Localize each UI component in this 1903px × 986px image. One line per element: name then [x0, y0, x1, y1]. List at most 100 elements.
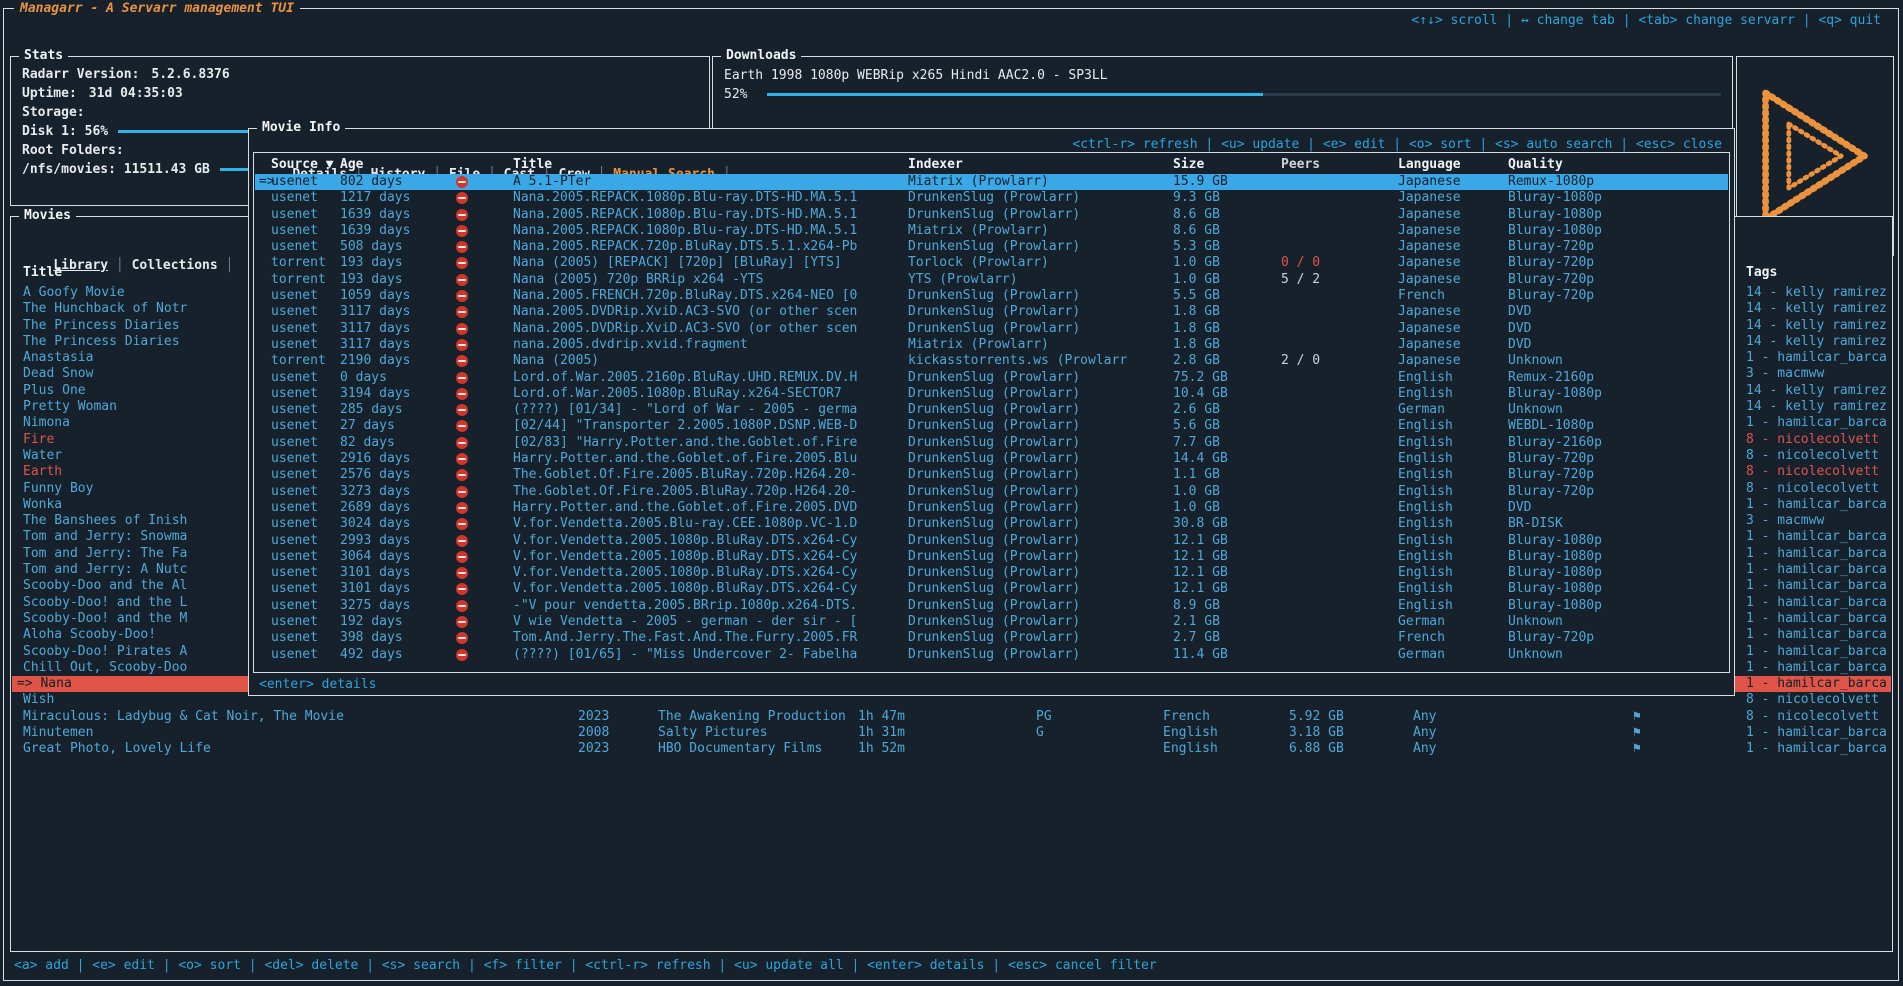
- release-language: Japanese: [1398, 174, 1461, 190]
- search-result-row[interactable]: usenet 3101 days V.for.Vendetta.2005.108…: [255, 565, 1728, 581]
- no-entry-icon: [456, 647, 468, 664]
- search-result-row[interactable]: usenet 3024 days V.for.Vendetta.2005.Blu…: [255, 516, 1728, 532]
- release-size: 12.1 GB: [1173, 565, 1228, 581]
- search-result-row[interactable]: usenet 1059 days Nana.2005.FRENCH.720p.B…: [255, 288, 1728, 304]
- release-source: usenet: [271, 614, 318, 630]
- release-size: 14.4 GB: [1173, 451, 1228, 467]
- movie-tag: 1 - hamilcar_barca: [1746, 741, 1887, 757]
- release-language: Japanese: [1398, 337, 1461, 353]
- column-header-release-title[interactable]: Title: [513, 157, 552, 173]
- search-result-row[interactable]: usenet 82 days [02/83] "Harry.Potter.and…: [255, 435, 1728, 451]
- release-size: 15.9 GB: [1173, 174, 1228, 190]
- release-age: 82 days: [340, 435, 395, 451]
- release-size: 2.1 GB: [1173, 614, 1220, 630]
- no-entry-icon: [456, 304, 468, 321]
- release-quality: DVD: [1508, 337, 1531, 353]
- release-quality: Bluray-720p: [1508, 272, 1594, 288]
- search-result-row[interactable]: usenet 1639 days Nana.2005.REPACK.1080p.…: [255, 207, 1728, 223]
- top-keybind-hints: <↑↓> scroll | ↔ change tab | <tab> chang…: [1411, 13, 1881, 28]
- movie-title: Tom and Jerry: A Nutc: [23, 562, 187, 578]
- search-result-row[interactable]: usenet 2689 days Harry.Potter.and.the.Go…: [255, 500, 1728, 516]
- release-source: usenet: [271, 223, 318, 239]
- release-age: 3101 days: [340, 565, 410, 581]
- release-size: 75.2 GB: [1173, 370, 1228, 386]
- movie-language: English: [1163, 741, 1218, 757]
- no-entry-icon: [456, 223, 468, 240]
- search-result-row[interactable]: usenet 492 days (????) [01/65] - "Miss U…: [255, 647, 1728, 663]
- search-result-row[interactable]: usenet 2576 days The.Goblet.Of.Fire.2005…: [255, 467, 1728, 483]
- release-size: 5.6 GB: [1173, 418, 1220, 434]
- root-folder-label: /nfs/movies: 11511.43 GB: [22, 160, 210, 179]
- release-size: 9.3 GB: [1173, 190, 1220, 206]
- release-age: 192 days: [340, 614, 403, 630]
- search-result-row[interactable]: usenet 285 days (????) [01/34] - "Lord o…: [255, 402, 1728, 418]
- search-result-row[interactable]: torrent 193 days Nana (2005) [REPACK] [7…: [255, 255, 1728, 271]
- column-header-language[interactable]: Language: [1398, 157, 1461, 173]
- release-title: V.for.Vendetta.2005.1080p.BluRay.DTS.x26…: [513, 549, 857, 565]
- search-result-row[interactable]: usenet 27 days [02/44] "Transporter 2.20…: [255, 418, 1728, 434]
- no-entry-icon: [456, 288, 468, 305]
- search-result-row[interactable]: usenet 3064 days V.for.Vendetta.2005.108…: [255, 549, 1728, 565]
- search-result-row[interactable]: usenet 3117 days Nana.2005.DVDRip.XviD.A…: [255, 304, 1728, 320]
- movie-tag: 1 - hamilcar_barca: [1746, 676, 1887, 692]
- movie-title: Great Photo, Lovely Life: [23, 741, 211, 757]
- release-indexer: DrunkenSlug (Prowlarr): [908, 598, 1080, 614]
- modal-keybind-hints: <ctrl-r> refresh | <u> update | <e> edit…: [1072, 137, 1722, 152]
- search-result-row[interactable]: usenet 508 days Nana.2005.REPACK.720p.Bl…: [255, 239, 1728, 255]
- search-result-row[interactable]: usenet 3273 days The.Goblet.Of.Fire.2005…: [255, 484, 1728, 500]
- column-header-age[interactable]: Age: [340, 157, 363, 173]
- release-source: torrent: [271, 255, 326, 271]
- movie-title: A Goofy Movie: [23, 285, 125, 301]
- release-language: Japanese: [1398, 255, 1461, 271]
- search-result-row[interactable]: torrent 2190 days Nana (2005) kickasstor…: [255, 353, 1728, 369]
- release-title: V.for.Vendetta.2005.1080p.BluRay.DTS.x26…: [513, 565, 857, 581]
- movie-row[interactable]: Miraculous: Ladybug & Cat Noir, The Movi…: [12, 709, 1891, 725]
- column-header-source[interactable]: Source ▼: [271, 157, 334, 173]
- release-quality: Bluray-1080p: [1508, 190, 1602, 206]
- column-header-peers[interactable]: Peers: [1281, 157, 1320, 173]
- search-result-row[interactable]: torrent 193 days Nana (2005) 720p BRRip …: [255, 272, 1728, 288]
- movie-title: Water: [23, 448, 62, 464]
- release-age: 193 days: [340, 255, 403, 271]
- search-result-row[interactable]: => usenet 802 days A 5.1-PTer Miatrix (P…: [255, 174, 1728, 190]
- search-result-row[interactable]: usenet 398 days Tom.And.Jerry.The.Fast.A…: [255, 630, 1728, 646]
- column-header-size[interactable]: Size: [1173, 157, 1204, 173]
- movie-tag: 14 - kelly ramirez: [1746, 383, 1887, 399]
- search-result-row[interactable]: usenet 2993 days V.for.Vendetta.2005.108…: [255, 533, 1728, 549]
- release-quality: Remux-2160p: [1508, 370, 1594, 386]
- release-language: English: [1398, 467, 1453, 483]
- release-age: 492 days: [340, 647, 403, 663]
- column-header-indexer[interactable]: Indexer: [908, 157, 963, 173]
- release-language: German: [1398, 647, 1445, 663]
- managarr-logo-icon: [1752, 82, 1878, 230]
- no-entry-icon: [456, 321, 468, 338]
- storage-heading: Storage:: [22, 103, 698, 122]
- manual-search-panel: Source ▼ Age Title Indexer Size Peers La…: [253, 152, 1730, 673]
- movie-runtime: 1h 52m: [858, 741, 905, 757]
- search-result-row[interactable]: usenet 3117 days Nana.2005.DVDRip.XviD.A…: [255, 321, 1728, 337]
- search-result-row[interactable]: usenet 192 days V wie Vendetta - 2005 - …: [255, 614, 1728, 630]
- search-result-row[interactable]: usenet 3101 days V.for.Vendetta.2005.108…: [255, 581, 1728, 597]
- release-title: -"V pour vendetta.2005.BRrip.1080p.x264-…: [513, 598, 857, 614]
- search-result-row[interactable]: usenet 3275 days -"V pour vendetta.2005.…: [255, 598, 1728, 614]
- search-result-row[interactable]: usenet 3117 days nana.2005.dvdrip.xvid.f…: [255, 337, 1728, 353]
- disk-usage-label: Disk 1: 56%: [22, 122, 108, 141]
- movie-row[interactable]: Great Photo, Lovely Life 2023 HBO Docume…: [12, 741, 1891, 757]
- release-title: The.Goblet.Of.Fire.2005.BluRay.720p.H264…: [513, 467, 857, 483]
- search-result-row[interactable]: usenet 1217 days Nana.2005.REPACK.1080p.…: [255, 190, 1728, 206]
- search-result-row[interactable]: usenet 0 days Lord.of.War.2005.2160p.Blu…: [255, 370, 1728, 386]
- movie-row[interactable]: Minutemen 2008 Salty Pictures 1h 31m G E…: [12, 725, 1891, 741]
- search-result-row[interactable]: usenet 2916 days Harry.Potter.and.the.Go…: [255, 451, 1728, 467]
- download-item[interactable]: Earth 1998 1080p WEBRip x265 Hindi AAC2.…: [724, 66, 1721, 85]
- movie-rating: G: [1036, 725, 1044, 741]
- release-age: 3117 days: [340, 304, 410, 320]
- release-size: 2.8 GB: [1173, 353, 1220, 369]
- search-result-row[interactable]: usenet 1639 days Nana.2005.REPACK.1080p.…: [255, 223, 1728, 239]
- movie-title: Minutemen: [23, 725, 93, 741]
- release-size: 1.8 GB: [1173, 304, 1220, 320]
- search-result-row[interactable]: usenet 3194 days Lord.of.War.2005.1080p.…: [255, 386, 1728, 402]
- release-indexer: DrunkenSlug (Prowlarr): [908, 533, 1080, 549]
- release-age: 1639 days: [340, 223, 410, 239]
- column-header-quality[interactable]: Quality: [1508, 157, 1563, 173]
- release-indexer: DrunkenSlug (Prowlarr): [908, 581, 1080, 597]
